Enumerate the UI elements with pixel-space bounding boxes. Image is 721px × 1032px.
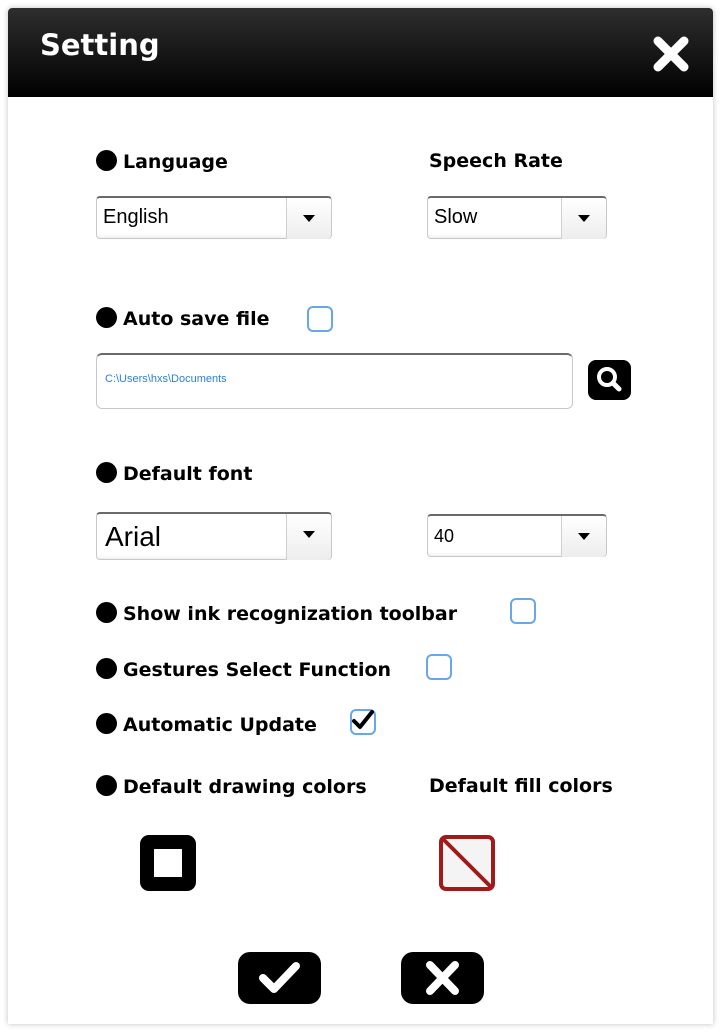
auto-save-section: Auto save file	[96, 307, 269, 330]
speech-rate-select-value: Slow	[434, 206, 478, 228]
gestures-label: Gestures Select Function	[123, 659, 392, 681]
checkmark-icon	[259, 962, 300, 993]
language-select[interactable]: English	[96, 196, 332, 239]
font-size-value: 40	[434, 526, 455, 546]
drawing-color-square-icon	[140, 835, 196, 891]
font-family-value: Arial	[105, 521, 162, 552]
ink-toolbar-label: Show ink recognization toolbar	[123, 603, 458, 625]
speech-rate-select[interactable]: Slow	[427, 196, 607, 239]
close-button[interactable]	[649, 32, 693, 76]
chevron-down-icon	[578, 215, 590, 222]
speech-rate-label: Speech Rate	[429, 150, 563, 172]
bullet-icon	[96, 602, 117, 623]
search-icon	[597, 367, 622, 392]
fill-colors-label: Default fill colors	[429, 775, 613, 797]
default-font-label: Default font	[123, 463, 253, 485]
font-size-dropdown-button[interactable]	[561, 516, 606, 557]
font-family-select[interactable]: Arial	[96, 512, 332, 560]
language-section: Language	[96, 150, 228, 173]
bullet-icon	[96, 150, 117, 171]
browse-button[interactable]	[588, 360, 631, 400]
auto-update-checkbox[interactable]	[350, 709, 376, 735]
close-icon	[653, 36, 689, 72]
default-font-section: Default font	[96, 462, 252, 485]
chevron-down-icon	[578, 533, 590, 540]
language-select-value: English	[103, 206, 169, 228]
bullet-icon	[96, 713, 117, 734]
settings-dialog: Setting Language Speech Rate English Slo…	[8, 8, 713, 1024]
gestures-checkbox[interactable]	[426, 654, 452, 680]
chevron-down-icon	[303, 531, 315, 538]
auto-save-checkbox[interactable]	[307, 306, 333, 332]
gestures-section: Gestures Select Function	[96, 658, 391, 681]
language-label: Language	[123, 151, 228, 173]
bullet-icon	[96, 775, 117, 796]
chevron-down-icon	[303, 215, 315, 222]
auto-update-section: Automatic Update	[96, 713, 317, 736]
auto-save-label: Auto save file	[123, 308, 270, 330]
title-bar: Setting	[8, 8, 713, 97]
cancel-button[interactable]	[401, 952, 484, 1004]
language-dropdown-button[interactable]	[286, 198, 331, 239]
auto-update-label: Automatic Update	[123, 714, 317, 736]
x-icon	[426, 961, 459, 995]
font-size-select[interactable]: 40	[427, 514, 607, 557]
bullet-icon	[96, 658, 117, 679]
drawing-colors-section: Default drawing colors	[96, 775, 367, 798]
fill-color-swatch[interactable]	[438, 834, 496, 892]
speech-rate-dropdown-button[interactable]	[561, 198, 606, 239]
font-family-dropdown-button[interactable]	[286, 514, 331, 560]
ink-toolbar-section: Show ink recognization toolbar	[96, 602, 457, 625]
bullet-icon	[96, 462, 117, 483]
drawing-colors-label: Default drawing colors	[123, 776, 367, 798]
drawing-color-swatch[interactable]	[139, 834, 197, 892]
ink-toolbar-checkbox[interactable]	[510, 598, 536, 624]
ok-button[interactable]	[238, 952, 321, 1004]
checkmark-icon	[352, 710, 374, 729]
window-title: Setting	[40, 28, 160, 62]
no-fill-icon	[439, 835, 495, 891]
save-path-field[interactable]: C:\Users\hxs\Documents	[96, 353, 573, 409]
save-path-value: C:\Users\hxs\Documents	[105, 373, 227, 385]
bullet-icon	[96, 307, 117, 328]
